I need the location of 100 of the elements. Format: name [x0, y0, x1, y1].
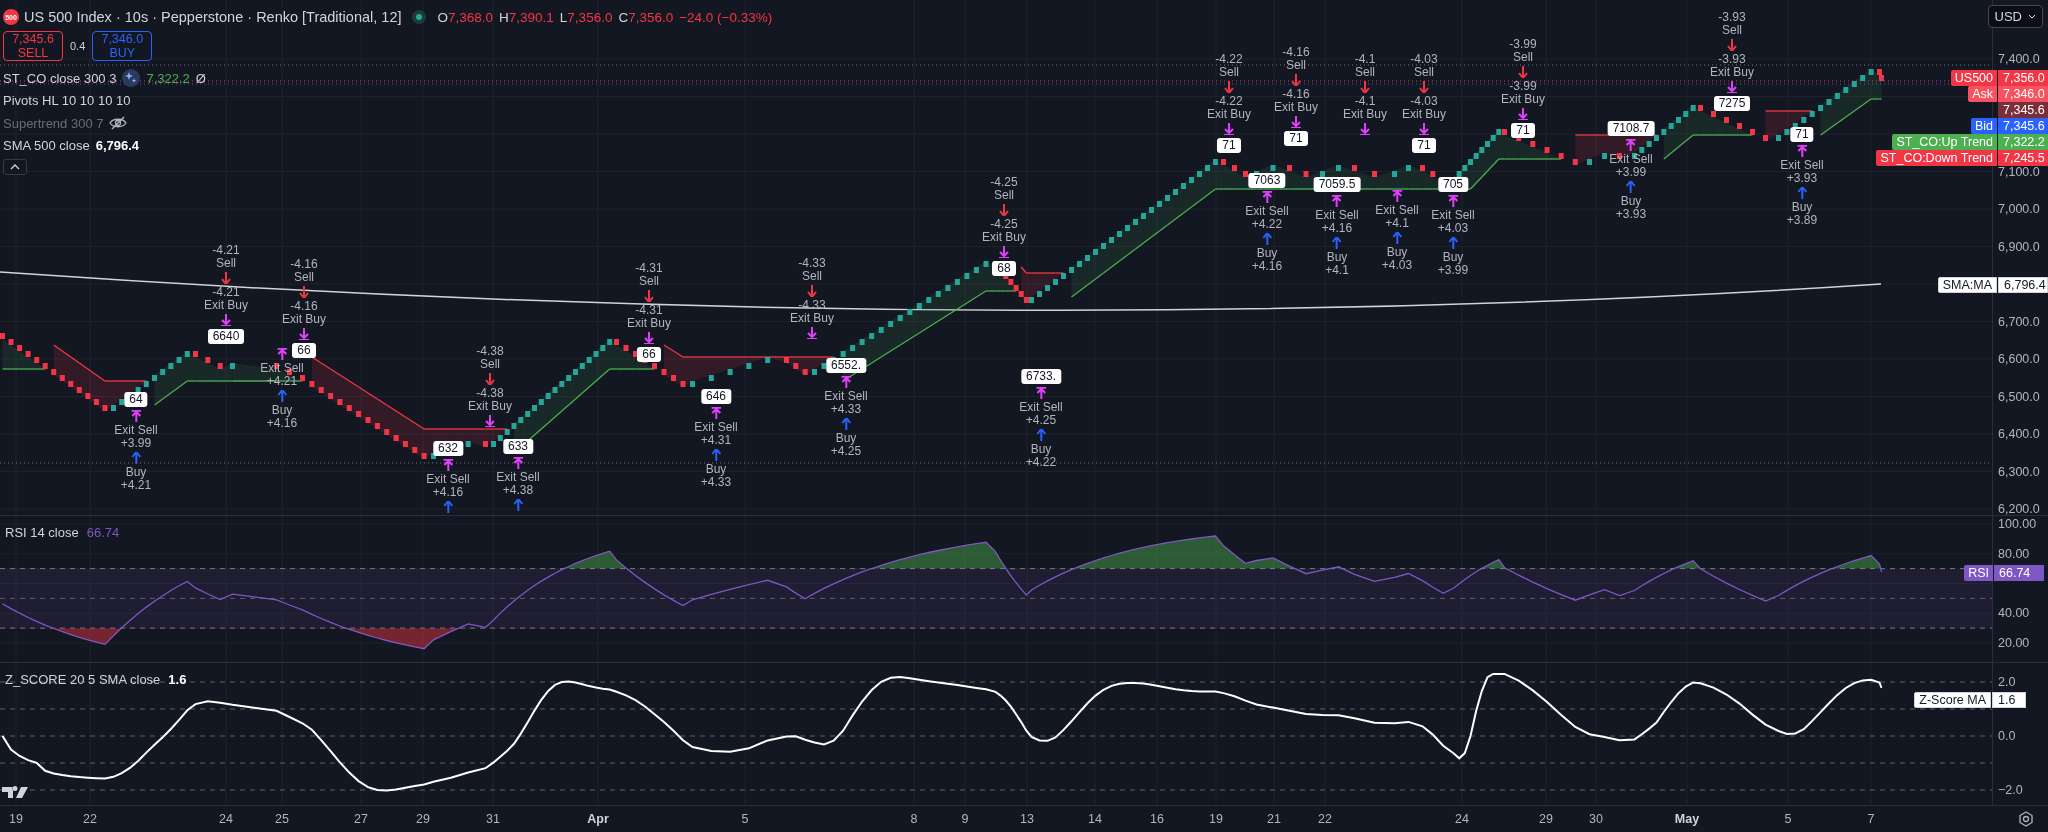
price-label: Z-Score MA [1914, 692, 1991, 708]
eye-off-icon[interactable] [109, 116, 128, 131]
arrow-up-icon [1392, 232, 1402, 244]
time-axis-label: 29 [416, 812, 430, 826]
signal-label: Exit Sell [1431, 209, 1475, 222]
signal-value: -4.16 [290, 258, 318, 271]
signal-label: Exit Buy [1207, 108, 1251, 121]
signal-label: Exit Sell [694, 421, 738, 434]
signal-value: +4.38 [502, 484, 534, 497]
time-axis-label: 13 [1020, 812, 1034, 826]
arrow-up-icon [711, 407, 721, 419]
arrow-down-icon [644, 290, 654, 302]
arrow-up-icon [1036, 387, 1046, 399]
pivot-price-label: 71 [1511, 123, 1535, 138]
price-value-label: 7,345.6 [1998, 102, 2048, 118]
pivot-price-label: 71 [1217, 138, 1241, 153]
price-value-label: 7,346.0 [1998, 86, 2048, 102]
price-value-label: 1.6 [1992, 692, 2026, 708]
pivot-price-label: 7059.5 [1313, 177, 1361, 192]
signal-value: -4.33 [798, 257, 826, 270]
settings-icon[interactable] [2018, 811, 2034, 827]
signal-label: Sell [802, 270, 822, 283]
signal-label: Sell [1513, 51, 1533, 64]
arrow-down-icon [485, 373, 495, 385]
indicator-name[interactable]: Supertrend 300 7 [3, 115, 104, 131]
currency-dropdown[interactable]: USD [1987, 5, 2043, 28]
signal-value: +4.33 [700, 476, 732, 489]
time-axis-label: 24 [219, 812, 233, 826]
axis-tick-label: 0.0 [1998, 729, 2016, 743]
signal-label: Exit Buy [282, 313, 326, 326]
arrow-down-icon [1419, 81, 1429, 93]
indicator-value: 7,322.2 [146, 70, 190, 86]
collapse-button[interactable] [3, 159, 27, 175]
signal-label: Buy [1791, 201, 1813, 214]
signal-value: -4.16 [1282, 46, 1310, 59]
signal-label: Sell [1414, 66, 1434, 79]
arrow-up-icon [1448, 237, 1458, 249]
pivot-price-label: 6640 [207, 329, 245, 344]
time-axis-label: 27 [354, 812, 368, 826]
pivot-price-label: 632 [433, 441, 463, 456]
arrow-down-icon [1727, 39, 1737, 51]
signal-label: Sell [1286, 59, 1306, 72]
arrow-down-icon [644, 332, 654, 344]
signal-value: +4.25 [1025, 414, 1057, 427]
signal-label: Sell [639, 275, 659, 288]
signal-label: Exit Sell [260, 362, 304, 375]
price-value-label: 7,345.6 [1998, 118, 2048, 134]
pivot-price-label: 6733. [1021, 369, 1061, 384]
signal-value: +4.22 [1025, 456, 1057, 469]
ohlc-value: L7,356.0 [559, 9, 613, 25]
axis-tick-label: 80.00 [1998, 546, 2030, 561]
signal-label: Buy [1256, 247, 1278, 260]
arrow-down-icon [299, 328, 309, 340]
axis-tick-label: 7,400.0 [1998, 52, 2040, 66]
signal-label: Exit Buy [468, 400, 512, 413]
arrow-up-icon [1797, 145, 1807, 157]
arrow-up-icon [443, 459, 453, 471]
signal-value: +4.03 [1437, 222, 1469, 235]
arrow-up-icon [1626, 181, 1636, 193]
price-label: Bid [1970, 118, 1997, 134]
signal-value: +4.16 [266, 417, 298, 430]
arrow-up-icon [131, 452, 141, 464]
signal-value: +3.93 [1786, 172, 1818, 185]
signal-label: Buy [1620, 195, 1642, 208]
pivot-price-label: 633 [503, 439, 533, 454]
chevron-down-icon [2028, 14, 2036, 19]
buy-button[interactable]: 7,346.0 BUY [92, 31, 153, 61]
time-axis-label: 8 [910, 812, 918, 826]
indicator-name[interactable]: Z_SCORE 20 5 SMA close [5, 672, 161, 687]
sell-button[interactable]: 7,345.6 SELL [3, 31, 63, 61]
signal-value: +4.22 [1251, 218, 1283, 231]
signal-value: +4.03 [1381, 259, 1413, 272]
pivot-price-label: 71 [1790, 127, 1814, 142]
time-axis-label: 29 [1539, 812, 1553, 826]
axis-tick-label: 6,200.0 [1998, 502, 2040, 515]
signal-label: Exit Buy [1501, 93, 1545, 106]
arrow-up-icon [513, 499, 523, 511]
signal-label: Sell [480, 358, 500, 371]
arrow-up-icon [1392, 190, 1402, 202]
arrow-up-icon [277, 390, 287, 402]
signal-label: Sell [1219, 66, 1239, 79]
arrow-up-icon [711, 449, 721, 461]
arrow-down-icon [999, 246, 1009, 258]
signal-label: Exit Buy [1274, 101, 1318, 114]
indicator-value: 6,796.4 [95, 138, 140, 154]
signal-value: -3.93 [1718, 11, 1746, 24]
pivot-price-label: 646 [701, 389, 731, 404]
signal-value: -4.03 [1410, 95, 1438, 108]
time-axis-label: Apr [587, 812, 609, 826]
signal-value: -4.21 [212, 286, 240, 299]
indicator-name[interactable]: RSI 14 close [5, 525, 79, 540]
price-value-label: 66.74 [1994, 565, 2044, 582]
arrow-up-icon [1448, 195, 1458, 207]
ohlc-value: C7,356.0 [618, 9, 674, 25]
indicator-name[interactable]: ST_CO close 300 3 [3, 70, 117, 86]
axis-tick-label: 6,500.0 [1998, 389, 2040, 404]
pivot-price-label: 7108.7 [1607, 121, 1655, 136]
indicator-name[interactable]: Pivots HL 10 10 10 10 [3, 93, 131, 109]
chart-title: US 500 Index · 10s · Pepperstone · Renko [Traditional, 12] [24, 9, 402, 25]
indicator-name[interactable]: SMA 500 close [3, 138, 90, 154]
